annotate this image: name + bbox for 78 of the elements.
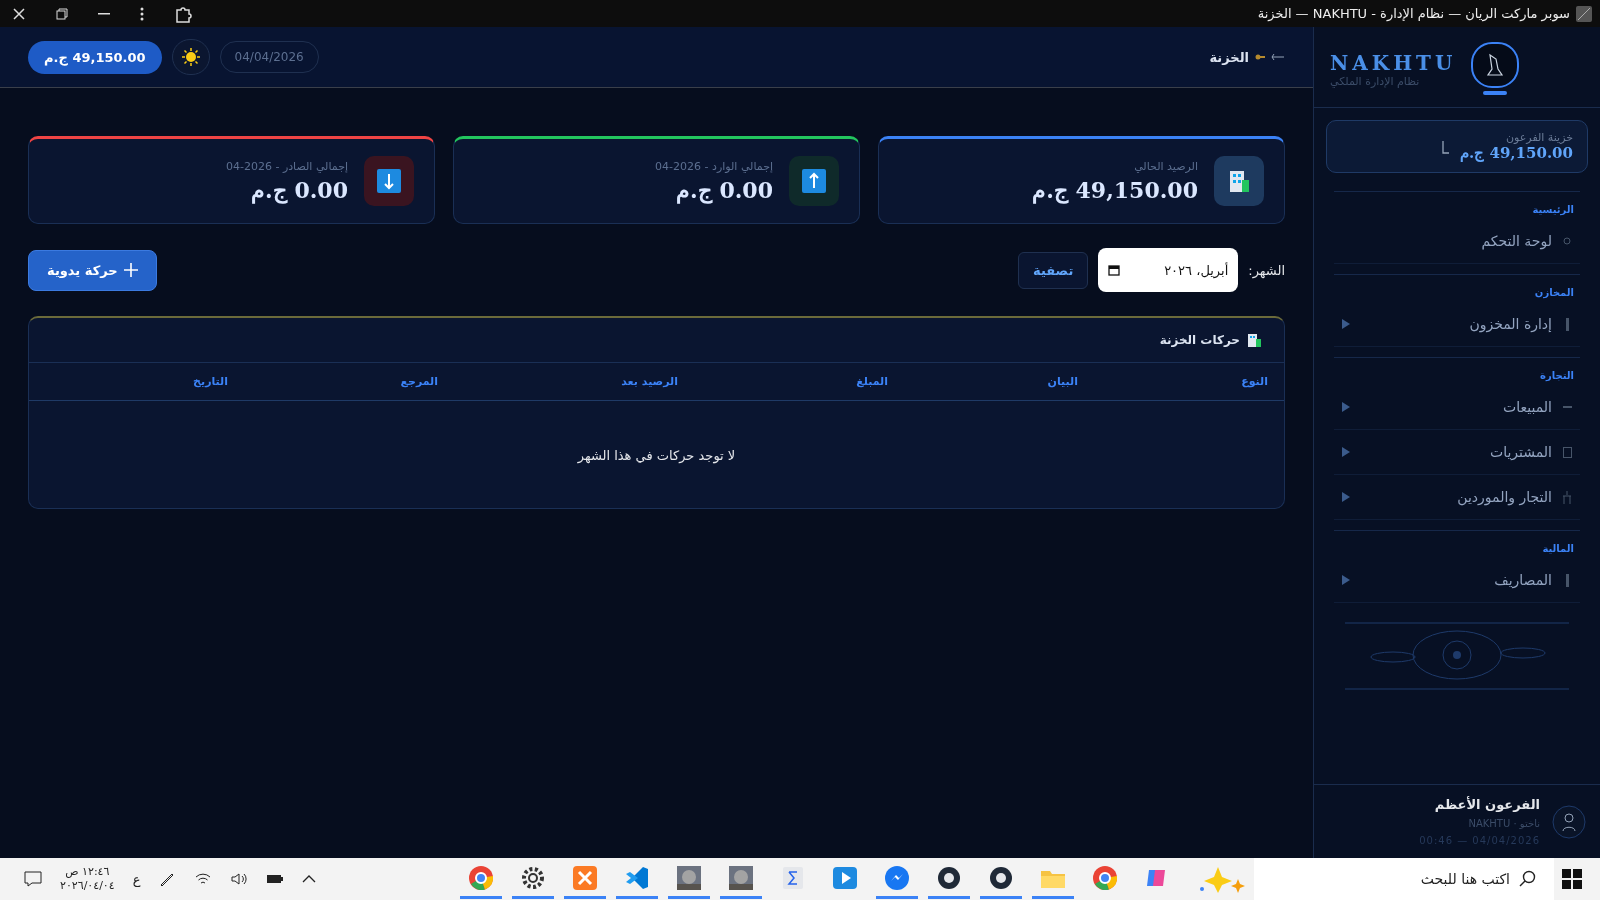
plus-icon [123,263,138,277]
photo-icon [727,863,756,892]
column-header: البيان [1046,375,1078,388]
chevron-up-icon[interactable] [302,874,317,884]
stat-label: إجمالي الصادر - 2026-04 [225,159,348,173]
nav-item[interactable]: لوحة التحكم [1334,219,1580,264]
search-icon [1518,870,1536,888]
dash-icon [1562,406,1572,408]
stat-label: إجمالي الوارد - 2026-04 [655,159,773,173]
page-title: الخزنة [1209,49,1249,65]
stat-value: 0.00 ج.م [675,176,773,203]
speaker-icon[interactable] [230,871,249,887]
app-icon [1576,5,1592,22]
month-label: الشهر: [1248,262,1285,278]
clock[interactable]: ١٢:٤٦ ص ٢٠٢٦/٠٤/٠٤ [60,864,115,894]
caret-icon [1342,575,1350,585]
circle-icon [1563,237,1571,245]
caret-icon [1342,319,1350,329]
calendar-icon[interactable] [1108,264,1121,276]
search-field[interactable]: اكتب هنا للبحث [1254,858,1554,900]
photo-icon [675,863,704,892]
nav-item[interactable]: المبيعات [1334,385,1580,430]
section-title: الرئيسية [1532,204,1574,215]
section-title: التجارة [1540,370,1574,381]
browser-icon [467,863,496,892]
nav-item[interactable]: المصاريف [1334,558,1580,603]
panel-title: حركات الخزنة [1159,333,1240,347]
battery-icon[interactable] [266,873,285,885]
month-field[interactable]: أبريل، ٢٠٢٦ [1098,248,1239,292]
browser-icon [1091,863,1120,892]
user-subtitle: ناختو · NAKHTU [1467,818,1540,829]
stat-value: 0.00 ج.م [250,176,348,203]
theme-toggle-button[interactable] [171,39,210,75]
bar-icon [1565,317,1569,331]
add-movement-button[interactable]: حركة يدوية [28,249,157,291]
square-icon [1562,446,1572,458]
nav-item[interactable]: التجار والموردين [1334,475,1580,520]
brand-tagline: نظام الإدارة الملكي [1330,74,1420,88]
extension-button[interactable] [174,4,192,23]
building-icon [1246,332,1262,348]
column-header: التاريخ [192,375,228,388]
building-icon [1214,156,1264,206]
caret-icon [1342,492,1350,502]
stat-value: 49,150.00 ج.م [1032,176,1198,203]
user-name: الفرعون الأعظم [1433,797,1540,812]
restore-button[interactable] [56,7,68,20]
filter-button[interactable]: تصفية [1018,251,1089,289]
empty-message: لا توجد حركات في هذا الشهر [577,448,736,463]
cross-square-icon [571,863,600,892]
stat-label: الرصيد الحالي [1133,159,1198,173]
column-header: الرصيد بعد [620,375,678,388]
caret-icon [1342,402,1350,412]
caret-icon [1342,447,1350,457]
brand-name: NAKHTU [1330,50,1457,75]
treasury-label: خزينة الفرعون [1506,131,1573,144]
search-placeholder: اكتب هنا للبحث [1420,871,1510,887]
nav-item[interactable]: إدارة المخزون [1334,302,1580,347]
nav-item[interactable]: المشتريات [1334,430,1580,475]
sun-icon [181,48,200,66]
chat-bubble-icon [883,863,912,892]
notification-icon[interactable] [24,871,42,887]
column-header: المرجع [399,375,438,388]
balance-pill: 49,150.00 ج.م [28,40,162,74]
minimize-button[interactable] [98,12,110,15]
section-title: المالية [1542,543,1574,554]
column-header: المبلغ [855,375,888,388]
more-button[interactable] [140,6,144,21]
window-title: سوبر ماركت الريان — نظام الإدارة - NAKHTU — الخزنة [1257,6,1570,21]
key-icon [1255,53,1265,61]
close-button[interactable] [12,6,26,21]
treasury-amount: 49,150.00 ج.م [1460,144,1573,162]
language-indicator[interactable]: ع [132,871,141,887]
figure-icon [1563,490,1571,504]
bar-icon [1565,573,1569,587]
windows-start-icon[interactable] [1562,869,1582,889]
section-title: المخازن [1534,287,1574,298]
avatar-icon [1552,804,1586,839]
column-header: النوع [1240,375,1268,388]
